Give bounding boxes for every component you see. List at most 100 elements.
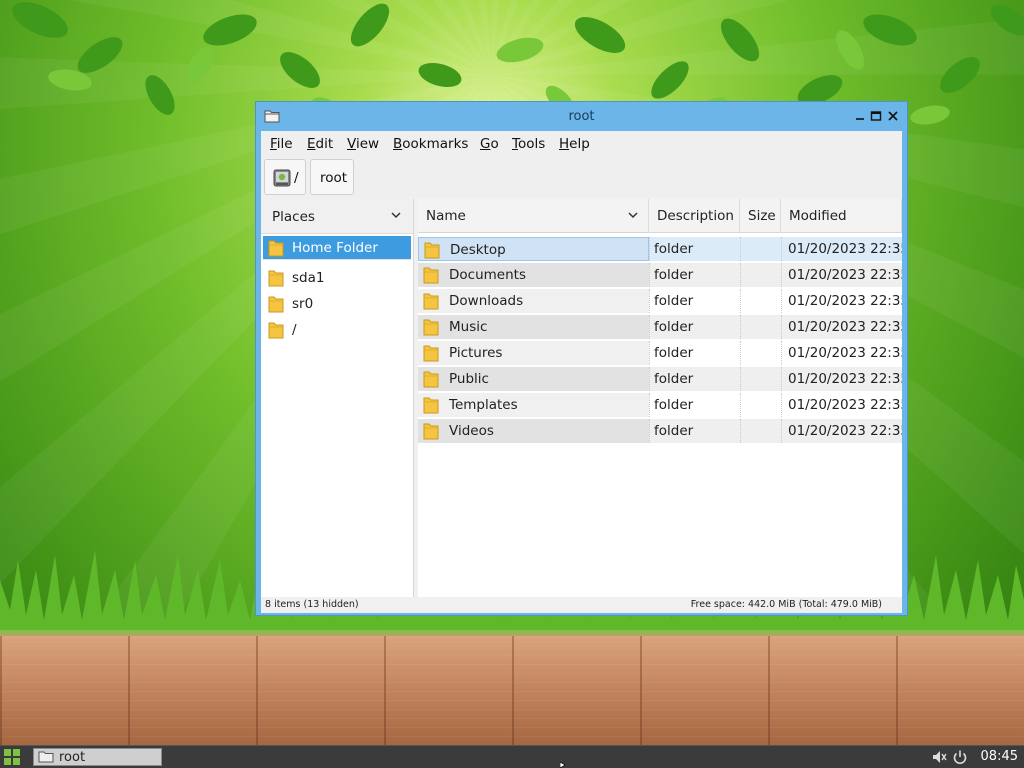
- cell-modified: 01/20/2023 22:35: [781, 315, 902, 339]
- cell-modified: 01/20/2023 22:35: [781, 341, 902, 365]
- file-name: Desktop: [450, 242, 506, 258]
- status-free-space: Free space: 442.0 MiB (Total: 479.0 MiB): [690, 599, 882, 610]
- cell-description: folder: [649, 315, 740, 339]
- status-item-count: 8 items (13 hidden): [265, 599, 359, 610]
- table-row[interactable]: Downloads folder 01/20/2023 22:35: [418, 289, 902, 313]
- cell-size: [740, 237, 781, 261]
- chevron-down-icon: [391, 212, 401, 219]
- sidebar-item-label: sda1: [292, 270, 325, 286]
- cell-name: Pictures: [418, 341, 649, 365]
- folder-icon: [423, 267, 439, 284]
- menu-bookmarks-mnemonic: B: [393, 136, 403, 152]
- mouse-pointer-icon: [560, 762, 566, 768]
- window-content: File Edit View Bookmarks Go Tools Help /…: [261, 131, 902, 613]
- cell-size: [740, 393, 781, 417]
- sidebar-item-filesystem-root[interactable]: /: [263, 318, 411, 342]
- menu-view[interactable]: View: [347, 136, 379, 152]
- taskbar: root 08:45: [0, 745, 1024, 768]
- path-current-label: root: [320, 170, 348, 186]
- file-list: Name Description Size Modified Desktop f…: [418, 199, 902, 597]
- path-bar: / root: [261, 157, 902, 197]
- window-title: root: [568, 109, 595, 124]
- cell-description: folder: [649, 289, 740, 313]
- menu-bookmarks-label: ookmarks: [402, 136, 469, 152]
- column-header-label: Name: [426, 208, 466, 224]
- folder-icon: [423, 423, 439, 440]
- column-header-modified[interactable]: Modified: [781, 199, 902, 233]
- file-manager-window: root File Edit View Bookmarks Go Tools H…: [255, 101, 908, 616]
- status-bar: 8 items (13 hidden) Free space: 442.0 Mi…: [261, 597, 902, 613]
- menu-edit[interactable]: Edit: [307, 136, 333, 152]
- sidebar-item-label: sr0: [292, 296, 314, 312]
- menu-bookmarks[interactable]: Bookmarks: [393, 136, 468, 152]
- folder-icon: [268, 296, 284, 313]
- cell-description: folder: [649, 393, 740, 417]
- cell-modified: 01/20/2023 22:35: [781, 419, 902, 443]
- menu-view-label: iew: [355, 136, 380, 152]
- column-header-description[interactable]: Description: [649, 199, 740, 233]
- table-row[interactable]: Desktop folder 01/20/2023 22:35: [418, 237, 902, 261]
- menu-help[interactable]: Help: [559, 136, 590, 152]
- menu-view-mnemonic: V: [347, 136, 356, 152]
- maximize-icon[interactable]: [869, 109, 883, 123]
- table-row[interactable]: Public folder 01/20/2023 22:35: [418, 367, 902, 391]
- file-name: Downloads: [449, 293, 524, 309]
- file-name: Documents: [449, 267, 526, 283]
- sidebar-separator: [263, 259, 411, 260]
- minimize-icon[interactable]: [853, 109, 867, 123]
- hard-drive-icon: [273, 169, 291, 187]
- cell-size: [740, 419, 781, 443]
- sidebar-item-label: /: [292, 322, 297, 338]
- file-name: Music: [449, 319, 488, 335]
- menu-tools[interactable]: Tools: [512, 136, 545, 152]
- cell-description: folder: [649, 263, 740, 287]
- places-sidebar: Places Home Folder sda1 sr0 /: [261, 199, 414, 597]
- cell-modified: 01/20/2023 22:35: [781, 237, 902, 261]
- table-row[interactable]: Documents folder 01/20/2023 22:35: [418, 263, 902, 287]
- menu-tools-label: ools: [517, 136, 546, 152]
- table-row[interactable]: Music folder 01/20/2023 22:35: [418, 315, 902, 339]
- menu-go-label: o: [490, 136, 499, 152]
- taskbar-window-root[interactable]: root: [33, 748, 162, 766]
- menu-file-mnemonic: F: [270, 136, 277, 152]
- table-row[interactable]: Pictures folder 01/20/2023 22:35: [418, 341, 902, 365]
- file-name: Videos: [449, 423, 494, 439]
- file-name: Pictures: [449, 345, 503, 361]
- path-root-label: /: [294, 170, 299, 186]
- menu-go-mnemonic: G: [480, 136, 491, 152]
- cell-name: Videos: [418, 419, 649, 443]
- table-row[interactable]: Videos folder 01/20/2023 22:35: [418, 419, 902, 443]
- places-dropdown[interactable]: Places: [261, 199, 413, 234]
- volume-muted-icon[interactable]: [931, 749, 947, 765]
- sidebar-item-sda1[interactable]: sda1: [263, 266, 411, 290]
- cell-size: [740, 367, 781, 391]
- path-button-root[interactable]: /: [264, 159, 306, 195]
- clock: 08:45: [980, 749, 1018, 764]
- cell-size: [740, 289, 781, 313]
- folder-icon: [268, 270, 284, 287]
- cell-name: Music: [418, 315, 649, 339]
- folder-icon: [423, 319, 439, 336]
- menu-file-label: ile: [276, 136, 293, 152]
- close-icon[interactable]: [886, 109, 900, 123]
- menu-go[interactable]: Go: [480, 136, 499, 152]
- column-header-name[interactable]: Name: [418, 199, 649, 233]
- folder-icon: [423, 345, 439, 362]
- file-name: Public: [449, 371, 489, 387]
- cell-modified: 01/20/2023 22:35: [781, 367, 902, 391]
- cell-name: Documents: [418, 263, 649, 287]
- window-titlebar[interactable]: root: [256, 102, 907, 131]
- cell-name: Templates: [418, 393, 649, 417]
- app-menu-grid-icon[interactable]: [3, 748, 21, 766]
- sort-chevron-icon: [628, 212, 638, 219]
- table-row[interactable]: Templates folder 01/20/2023 22:35: [418, 393, 902, 417]
- path-button-root-folder[interactable]: root: [310, 159, 354, 195]
- folder-icon: [424, 242, 440, 259]
- column-header-size[interactable]: Size: [740, 199, 781, 233]
- menu-file[interactable]: File: [270, 136, 293, 152]
- sidebar-item-sr0[interactable]: sr0: [263, 292, 411, 316]
- sidebar-item-home-folder[interactable]: Home Folder: [263, 236, 411, 260]
- taskbar-window-label: root: [59, 750, 86, 765]
- power-icon[interactable]: [952, 749, 968, 765]
- column-header-label: Modified: [789, 208, 847, 224]
